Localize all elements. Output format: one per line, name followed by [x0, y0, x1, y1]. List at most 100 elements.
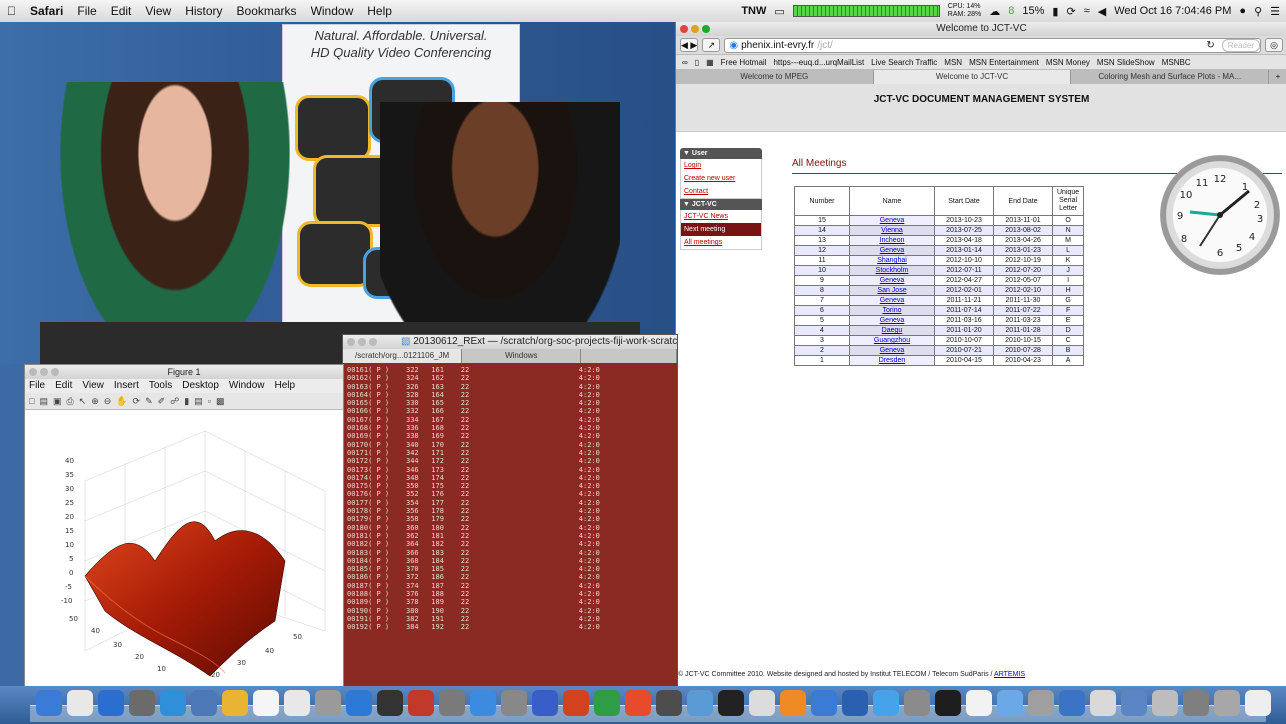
- bookmark-item[interactable]: Live Search Traffic: [871, 58, 937, 67]
- menu-bookmarks[interactable]: Bookmarks: [230, 4, 304, 18]
- terminal-tab-scratch[interactable]: /scratch/org...0121106_JM: [343, 349, 463, 363]
- cloud-icon[interactable]: ☁: [989, 5, 1000, 18]
- dock-app-icon[interactable]: [563, 690, 589, 716]
- network-meter[interactable]: [792, 5, 940, 17]
- dock-app-icon[interactable]: [222, 690, 248, 716]
- dock-app-icon[interactable]: [873, 690, 899, 716]
- dock-app-icon[interactable]: [997, 690, 1023, 716]
- pointer-icon[interactable]: ↖: [79, 396, 87, 407]
- menu-history[interactable]: History: [178, 4, 229, 18]
- dock-app-icon[interactable]: [749, 690, 775, 716]
- address-bar[interactable]: ◉ phenix.int-evry.fr/jct/ ↻ Reader: [724, 37, 1261, 53]
- surface-plot[interactable]: 40 35 30 25 20 15 10 5 0 -5 -10 50 40 30…: [25, 411, 343, 687]
- dock-app-icon[interactable]: [129, 690, 155, 716]
- zoom-icon[interactable]: [369, 338, 377, 346]
- dock-app-icon[interactable]: [377, 690, 403, 716]
- footer-artemis-link[interactable]: ARTEMIS: [994, 671, 1025, 678]
- figure-menu-file[interactable]: File: [29, 379, 45, 393]
- sidebar-item-create-user[interactable]: Create new user: [681, 172, 761, 185]
- cell-name-link[interactable]: Geneva: [849, 275, 935, 286]
- bookmark-item[interactable]: Free Hotmail: [721, 58, 767, 67]
- dock-app-icon[interactable]: [718, 690, 744, 716]
- share-button[interactable]: ↗: [702, 38, 721, 52]
- cell-name-link[interactable]: Geneva: [849, 345, 935, 356]
- colorbar-icon[interactable]: ▮: [184, 396, 189, 407]
- cell-name-link[interactable]: Geneva: [849, 295, 935, 306]
- bookmark-item[interactable]: MSN: [944, 58, 962, 67]
- zoom-out-icon[interactable]: ⊖: [104, 396, 112, 407]
- terminal-tab-blank[interactable]: [581, 349, 678, 363]
- bookmark-item[interactable]: https---euq.d...urqMailList: [773, 58, 864, 67]
- cell-name-link[interactable]: Vienna: [849, 225, 935, 236]
- close-icon[interactable]: [29, 368, 37, 376]
- bookmark-item[interactable]: MSN Money: [1046, 58, 1090, 67]
- apple-icon[interactable]: : [0, 4, 23, 18]
- dock-app-icon[interactable]: [284, 690, 310, 716]
- dock-app-icon[interactable]: [1152, 690, 1178, 716]
- bookmark-item[interactable]: MSN SlideShow: [1097, 58, 1155, 67]
- cell-name-link[interactable]: Torino: [849, 305, 935, 316]
- cell-name-link[interactable]: San Jose: [849, 285, 935, 296]
- dock-app-icon[interactable]: [346, 690, 372, 716]
- cell-name-link[interactable]: Incheon: [849, 235, 935, 246]
- sidebar-user-header[interactable]: ▼ User: [680, 148, 762, 159]
- terminal-tab-windows[interactable]: Windows: [462, 349, 582, 363]
- cell-name-link[interactable]: Dresden: [849, 355, 935, 366]
- back-forward-button[interactable]: ◀ ▶: [680, 38, 699, 52]
- hide-plot-tools-icon[interactable]: ▫: [208, 396, 211, 406]
- sync-icon[interactable]: ⟳: [1066, 5, 1075, 18]
- reader-button[interactable]: Reader: [1221, 38, 1260, 52]
- show-plot-tools-icon[interactable]: ▩: [216, 396, 225, 407]
- dock-app-icon[interactable]: [501, 690, 527, 716]
- figure-menu-insert[interactable]: Insert: [114, 379, 139, 393]
- sidebar-item-next-meeting[interactable]: Next meeting: [681, 223, 761, 236]
- dock-app-icon[interactable]: [656, 690, 682, 716]
- dock-app-icon[interactable]: [780, 690, 806, 716]
- grid-icon[interactable]: ▦: [706, 58, 714, 67]
- cell-name-link[interactable]: Daegu: [849, 325, 935, 336]
- sidebar-item-news[interactable]: JCT-VC News: [681, 210, 761, 223]
- tab-jctvc[interactable]: Welcome to JCT-VC: [873, 70, 1072, 84]
- glasses-icon[interactable]: ∞: [682, 58, 688, 67]
- monitor-icon[interactable]: ▭: [774, 5, 784, 18]
- dock-app-icon[interactable]: [1245, 690, 1271, 716]
- sidebar-jctvc-header[interactable]: ▼ JCT-VC: [680, 199, 762, 210]
- menu-edit[interactable]: Edit: [104, 4, 139, 18]
- cpu-ram-readout[interactable]: CPU: 14% RAM: 28%: [948, 3, 981, 19]
- menu-view[interactable]: View: [138, 4, 178, 18]
- data-cursor-icon[interactable]: ✎: [145, 396, 153, 407]
- new-figure-icon[interactable]: □: [29, 396, 34, 406]
- terminal-output[interactable]: 00161( P ) 322 161 22 4:2:0 00162( P ) 32…: [343, 363, 677, 635]
- close-icon[interactable]: [347, 338, 355, 346]
- legend-icon[interactable]: ▤: [194, 396, 203, 407]
- dock-app-icon[interactable]: [439, 690, 465, 716]
- tab-mpeg[interactable]: Welcome to MPEG: [676, 70, 874, 84]
- volume-icon[interactable]: ◀: [1098, 5, 1106, 18]
- dock-app-icon[interactable]: [904, 690, 930, 716]
- dock-app-icon[interactable]: [408, 690, 434, 716]
- cell-name-link[interactable]: Stockholm: [849, 265, 935, 276]
- dock-app-icon[interactable]: [1059, 690, 1085, 716]
- dock-app-icon[interactable]: [315, 690, 341, 716]
- dock-app-icon[interactable]: [1214, 690, 1240, 716]
- cell-name-link[interactable]: Geneva: [849, 315, 935, 326]
- rotate-icon[interactable]: ⟳: [133, 396, 141, 407]
- bookmark-item[interactable]: MSN Entertainment: [969, 58, 1039, 67]
- spotlight-icon[interactable]: ⚲: [1254, 5, 1262, 18]
- dock-app-icon[interactable]: [811, 690, 837, 716]
- dock-app-icon[interactable]: [687, 690, 713, 716]
- wifi-icon[interactable]: ≈: [1084, 5, 1090, 17]
- dock-app-icon[interactable]: [1090, 690, 1116, 716]
- book-icon[interactable]: ▯: [695, 58, 699, 67]
- menu-file[interactable]: File: [70, 4, 103, 18]
- print-icon[interactable]: ⎙: [66, 396, 73, 407]
- dock-app-icon[interactable]: [36, 690, 62, 716]
- dock-app-icon[interactable]: [594, 690, 620, 716]
- dock-app-icon[interactable]: [160, 690, 186, 716]
- figure-menu-help[interactable]: Help: [275, 379, 296, 393]
- cell-name-link[interactable]: Geneva: [849, 215, 935, 226]
- dock-app-icon[interactable]: [1028, 690, 1054, 716]
- tab-mesh-plots[interactable]: Coloring Mesh and Surface Plots - MA...: [1071, 70, 1270, 84]
- figure-menu-tools[interactable]: Tools: [149, 379, 172, 393]
- minimize-icon[interactable]: [358, 338, 366, 346]
